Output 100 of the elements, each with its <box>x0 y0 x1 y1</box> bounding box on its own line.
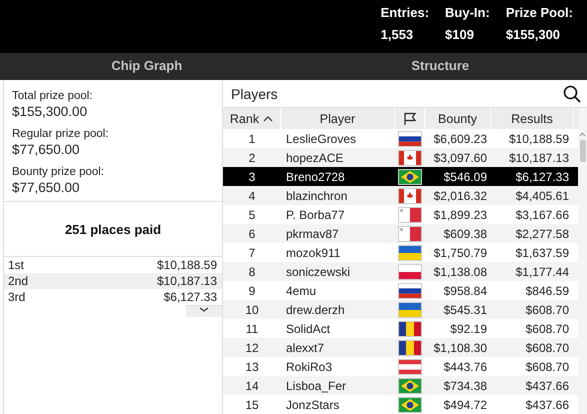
player-cell-text: Breno2728 <box>285 170 346 184</box>
expand-tab[interactable] <box>186 305 222 317</box>
results-cell-text: $3,167.66 <box>514 208 570 222</box>
results-cell-text: $1,637.59 <box>514 246 570 260</box>
player-row[interactable]: 3 Breno2728 $546.09 $6,127.33 <box>223 167 578 186</box>
flag-icon <box>398 378 422 394</box>
player-cell-text: drew.derzh <box>285 302 346 316</box>
player-cell-text: JonzStars <box>285 398 340 412</box>
results-cell-text: $437.66 <box>524 378 570 392</box>
players-title: Players <box>231 86 278 102</box>
rank-cell-text: 4 <box>248 188 256 202</box>
stat-value: $155,300 <box>506 27 562 42</box>
player-cell-text: P. Borba77 <box>285 208 346 222</box>
flag-icon <box>398 264 422 280</box>
bounty-cell-text: $1,750.79 <box>432 246 488 260</box>
results-cell-text: $608.70 <box>524 340 570 354</box>
search-icon[interactable] <box>563 84 581 102</box>
bounty-cell-text: $92.19 <box>449 322 488 336</box>
flag-icon <box>398 302 422 318</box>
flag-icon <box>398 150 422 166</box>
player-cell-text: pkrmav87 <box>285 226 340 240</box>
player-row[interactable]: 10 drew.derzh $545.31 $608.70 <box>223 300 578 319</box>
rank-cell-text: 6 <box>248 226 256 240</box>
bounty-cell-text: $6,609.23 <box>432 132 488 146</box>
results-cell-text: $6,127.33 <box>514 170 570 184</box>
flag-icon <box>398 244 422 260</box>
player-cell-text: soniczewski <box>285 264 352 278</box>
bounty-cell-text: $958.84 <box>442 284 488 298</box>
flag-icon <box>398 188 422 204</box>
rank-cell-text: 11 <box>244 322 260 336</box>
scrollbar[interactable] <box>578 108 587 414</box>
prize-pool-value: $77,650.00 <box>12 142 81 157</box>
prize-pool-value: $77,650.00 <box>12 180 81 195</box>
scroll-up-icon[interactable] <box>579 132 586 137</box>
flag-icon <box>402 112 416 126</box>
rank-cell-text: 12 <box>244 340 260 354</box>
stat-label: Prize Pool: <box>506 5 573 20</box>
flag-icon <box>398 396 422 412</box>
results-cell-text: $846.59 <box>524 284 570 298</box>
rank-cell-text: 7 <box>248 246 256 260</box>
tab[interactable]: Chip Graph <box>0 53 294 80</box>
bounty-cell-text: $443.76 <box>442 360 488 374</box>
payout-place: 2nd <box>8 274 28 288</box>
bounty-cell-text: $1,138.08 <box>432 264 488 278</box>
rank-cell-text: 10 <box>244 302 260 316</box>
player-cell-text: SolidAct <box>285 322 332 336</box>
bounty-cell-text: $1,108.30 <box>432 340 488 354</box>
results-cell-text: $608.70 <box>524 360 570 374</box>
payout-place: 3rd <box>8 290 26 304</box>
rank-cell-text: 1 <box>248 132 256 146</box>
results-cell-text: $1,177.44 <box>514 264 570 278</box>
player-cell-text: alexxt7 <box>285 340 326 354</box>
sort-up-icon <box>263 116 274 122</box>
player-row[interactable]: 14 Lisboa_Fer $734.38 $437.66 <box>223 376 578 395</box>
player-row[interactable]: 4 blazinchron $2,016.32 $4,405.61 <box>223 186 578 205</box>
player-cell-text: LeslieGroves <box>285 132 358 146</box>
player-cell-text: hopezACE <box>285 150 344 164</box>
payout-place: 1st <box>8 258 24 272</box>
player-row[interactable]: 12 alexxt7 $1,108.30 $608.70 <box>223 338 578 357</box>
flag-icon <box>398 358 422 374</box>
flag-icon <box>398 320 422 336</box>
player-cell-text: 4emu <box>285 284 318 298</box>
results-cell-text: $10,187.13 <box>508 150 570 164</box>
payout-amount: $10,187.13 <box>156 274 217 288</box>
bounty-cell-text: $546.09 <box>442 170 488 184</box>
chevron-down-icon <box>199 306 209 313</box>
rank-cell-text: 13 <box>244 360 260 374</box>
player-cell-text: RokiRo3 <box>285 360 334 374</box>
prize-pool-label: Total prize pool: <box>12 90 94 102</box>
results-cell-text: $608.70 <box>524 322 570 336</box>
payout-amount: $10,188.59 <box>156 258 217 272</box>
player-cell-text: mozok911 <box>285 246 342 260</box>
stat-value: 1,553 <box>380 27 414 42</box>
prize-pool-value: $155,300.00 <box>12 104 88 119</box>
bounty-cell-text: $1,899.23 <box>432 208 488 222</box>
tab[interactable]: Structure <box>294 53 587 80</box>
bounty-cell-text: $545.31 <box>442 302 488 316</box>
player-row[interactable]: 6 pkrmav87 $609.38 $2,277.58 <box>223 224 578 243</box>
bounty-cell-text: $3,097.60 <box>432 150 488 164</box>
prize-pool-label: Bounty prize pool: <box>12 166 106 178</box>
player-row[interactable]: 8 soniczewski $1,138.08 $1,177.44 <box>223 262 578 281</box>
bounty-cell-text: $2,016.32 <box>432 188 488 202</box>
player-cell-text: Lisboa_Fer <box>285 378 348 392</box>
rank-cell-text: 2 <box>248 150 256 164</box>
results-cell-text: $2,277.58 <box>514 226 570 240</box>
scroll-thumb[interactable] <box>580 140 586 162</box>
flag-icon <box>398 168 422 184</box>
bounty-cell-text: $734.38 <box>442 378 488 392</box>
flag-icon <box>398 282 422 298</box>
flag-icon <box>398 340 422 356</box>
rank-cell-text: 14 <box>244 378 260 392</box>
stat-label: Entries: <box>380 5 430 20</box>
bounty-cell-text: $609.38 <box>442 226 488 240</box>
player-row[interactable]: 2 hopezACE $3,097.60 $10,187.13 <box>223 148 578 167</box>
prize-pool-label: Regular prize pool: <box>12 128 110 140</box>
results-cell-text: $608.70 <box>524 302 570 316</box>
flag-icon <box>398 130 422 146</box>
rank-cell-text: 3 <box>248 170 256 184</box>
stat-value: $109 <box>445 27 475 42</box>
rank-cell-text: 15 <box>244 398 260 412</box>
